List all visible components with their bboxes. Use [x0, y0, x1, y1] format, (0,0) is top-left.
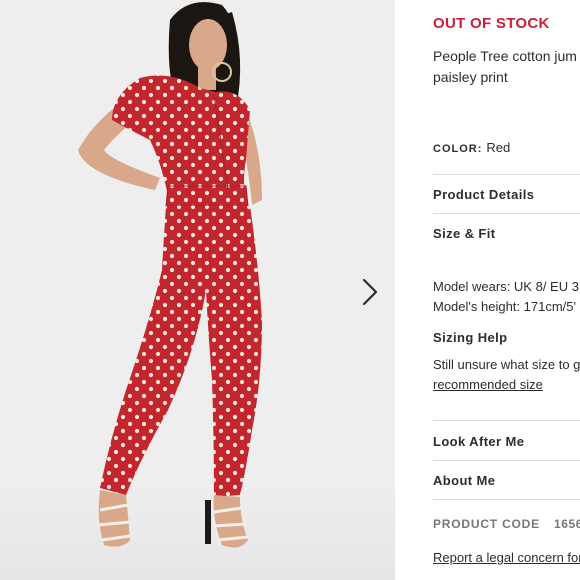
product-code-row: PRODUCT CODE 16568 [433, 515, 580, 533]
product-image-gallery[interactable] [0, 0, 395, 580]
divider [433, 420, 580, 421]
sizing-help-heading: Sizing Help [433, 330, 508, 345]
look-after-me-accordion[interactable]: Look After Me [433, 434, 524, 449]
sizing-help-text: Still unsure what size to ge [433, 357, 580, 372]
chevron-right-icon [362, 278, 378, 306]
divider [433, 213, 580, 214]
product-title-line-2: paisley print [433, 69, 508, 85]
product-title: People Tree cotton jum paisley print [433, 46, 580, 88]
product-title-line-1: People Tree cotton jum [433, 48, 577, 64]
color-value: Red [486, 140, 511, 155]
product-info-panel: OUT OF STOCK People Tree cotton jum pais… [395, 0, 580, 580]
stock-status: OUT OF STOCK [433, 15, 550, 32]
product-code-label: PRODUCT CODE [433, 517, 540, 531]
model-height-text: Model's height: 171cm/5' [433, 299, 576, 314]
color-row: COLOR: Red [433, 139, 510, 157]
next-image-button[interactable] [356, 274, 384, 310]
product-photo-model [78, 2, 262, 548]
recommended-size-link[interactable]: recommended size [433, 377, 543, 392]
product-code-value: 16568 [553, 517, 580, 531]
about-me-accordion[interactable]: About Me [433, 473, 495, 488]
product-details-accordion[interactable]: Product Details [433, 187, 534, 202]
color-label: COLOR: [433, 143, 483, 155]
report-legal-concern-link[interactable]: Report a legal concern for [433, 550, 580, 565]
model-wears-text: Model wears: UK 8/ EU 3 [433, 279, 579, 294]
divider [433, 499, 580, 500]
size-fit-accordion[interactable]: Size & Fit [433, 226, 496, 241]
divider [433, 174, 580, 175]
divider [433, 460, 580, 461]
